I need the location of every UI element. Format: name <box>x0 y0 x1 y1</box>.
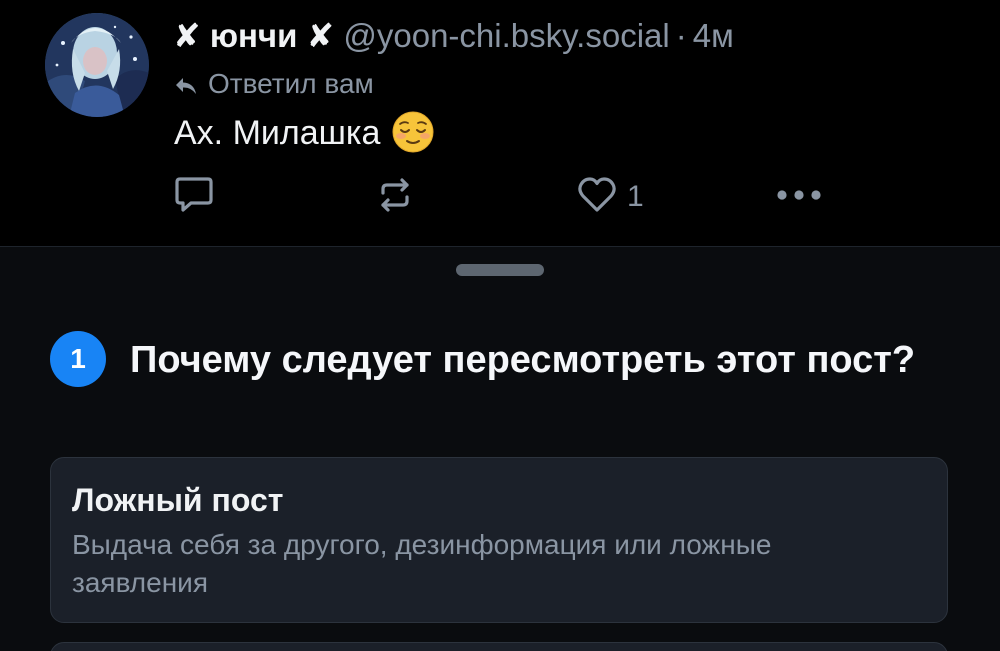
post-header: ✘ юнчи ✘ @yoon-chi.bsky.social · 4м <box>173 14 734 58</box>
post-timestamp[interactable]: 4м <box>693 17 734 54</box>
reply-indicator: Ответил вам <box>174 66 374 105</box>
report-option-false-post[interactable]: Ложный пост Выдача себя за другого, дези… <box>50 457 948 623</box>
post-text-content: Ах. Милашка <box>174 114 381 152</box>
like-count: 1 <box>627 180 644 213</box>
author-handle[interactable]: @yoon-chi.bsky.social <box>343 17 669 54</box>
post-text: Ах. Милашка <box>174 110 434 165</box>
report-sheet: 1 Почему следует пересмотреть этот пост?… <box>0 246 1000 651</box>
author-name[interactable]: ✘ юнчи ✘ <box>173 17 334 54</box>
repost-button[interactable] <box>375 177 415 217</box>
reply-button[interactable] <box>174 176 214 219</box>
author-avatar[interactable] <box>45 13 149 117</box>
ellipsis-icon <box>776 188 822 206</box>
reply-label: Ответил вам <box>208 68 374 99</box>
reply-arrow-icon <box>174 69 198 105</box>
step-number-badge: 1 <box>50 331 106 387</box>
step-number: 1 <box>70 343 86 374</box>
repost-icon <box>375 176 415 219</box>
relieved-face-emoji-icon <box>392 111 434 165</box>
like-button[interactable]: 1 <box>577 176 644 219</box>
option-title: Ложный пост <box>72 482 284 518</box>
option-description: Выдача себя за другого, дезинформация ил… <box>72 529 772 598</box>
sheet-drag-handle[interactable] <box>456 264 544 276</box>
comment-icon <box>174 176 214 219</box>
more-options-button[interactable] <box>776 177 822 217</box>
heart-icon <box>577 176 617 219</box>
screen: ✘ юнчи ✘ @yoon-chi.bsky.social · 4м Ответи… <box>0 0 1000 651</box>
report-option-next[interactable] <box>50 642 948 651</box>
reply-post[interactable]: ✘ юнчи ✘ @yoon-chi.bsky.social · 4м Ответи… <box>0 0 1000 246</box>
separator-dot: · <box>675 17 687 54</box>
report-question-heading: Почему следует пересмотреть этот пост? <box>130 339 916 381</box>
